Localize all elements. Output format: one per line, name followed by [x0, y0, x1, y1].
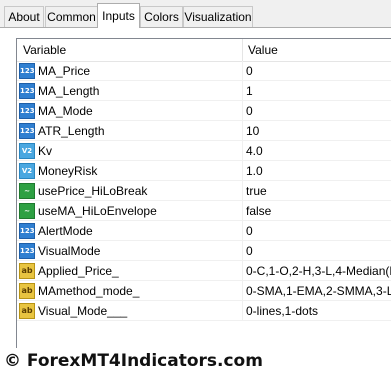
variable-name: MoneyRisk	[38, 164, 98, 178]
inputs-table[interactable]: Variable Value 123 MA_Price 0 123 MA_Length 1…	[16, 38, 391, 356]
cell-separator	[242, 221, 243, 241]
variable-name: MA_Mode	[38, 104, 93, 118]
integer-type-icon: 123	[19, 103, 35, 119]
tab-common[interactable]: Common	[45, 6, 98, 27]
cell-separator	[242, 241, 243, 261]
tab-visualization[interactable]: Visualization	[183, 6, 253, 27]
table-row[interactable]: ~ usePrice_HiLoBreak true	[17, 181, 391, 201]
variable-value[interactable]: 0-C,1-O,2-H,3-L,4-Median(H+L)	[246, 261, 391, 281]
cell-separator	[242, 281, 243, 301]
variable-name: MAmethod_mode_	[38, 284, 140, 298]
variable-value[interactable]: 0	[246, 101, 391, 121]
watermark: © ForexMT4Indicators.com	[0, 348, 391, 378]
cell-separator	[242, 101, 243, 121]
cell-separator	[242, 121, 243, 141]
variable-value[interactable]: 0	[246, 221, 391, 241]
variable-name: AlertMode	[38, 224, 93, 238]
variable-value[interactable]: 4.0	[246, 141, 391, 161]
watermark-text: © ForexMT4Indicators.com	[4, 351, 263, 371]
integer-type-icon: 123	[19, 63, 35, 79]
tab-colors[interactable]: Colors	[140, 6, 183, 27]
string-type-icon: ab	[19, 303, 35, 319]
tab-bar: About Common Inputs Colors Visualization	[0, 0, 391, 28]
variable-value[interactable]: 0-lines,1-dots	[246, 301, 391, 321]
table-row[interactable]: ~ useMA_HiLoEnvelope false	[17, 201, 391, 221]
cell-separator	[242, 301, 243, 321]
tab-inputs[interactable]: Inputs	[97, 3, 140, 28]
table-row[interactable]: 123 ATR_Length 10	[17, 121, 391, 141]
variable-name: usePrice_HiLoBreak	[38, 184, 148, 198]
variable-value[interactable]: 1	[246, 81, 391, 101]
cell-separator	[242, 161, 243, 181]
integer-type-icon: 123	[19, 83, 35, 99]
table-row[interactable]: ab Visual_Mode___ 0-lines,1-dots	[17, 301, 391, 321]
variable-name: MA_Length	[38, 84, 100, 98]
string-type-icon: ab	[19, 263, 35, 279]
boolean-type-icon: ~	[19, 183, 35, 199]
variable-value[interactable]: 0-SMA,1-EMA,2-SMMA,3-LWMA	[246, 281, 391, 301]
table-header: Variable Value	[17, 39, 391, 62]
table-row[interactable]: abMAmethod_mode_ 0-SMA,1-EMA,2-SMMA,3-LWM…	[17, 281, 391, 301]
table-row[interactable]: 123 MA_Length 1	[17, 81, 391, 101]
variable-value[interactable]: false	[246, 201, 391, 221]
variable-name: MA_Price	[38, 64, 91, 78]
variable-name: VisualMode	[38, 244, 101, 258]
boolean-type-icon: ~	[19, 203, 35, 219]
table-row[interactable]: ab Applied_Price_ 0-C,1-O,2-H,3-L,4-Median…	[17, 261, 391, 281]
inputs-panel: Variable Value 123 MA_Price 0 123 MA_Length 1…	[0, 28, 391, 356]
variable-value[interactable]: true	[246, 181, 391, 201]
double-type-icon: V2	[19, 163, 35, 179]
table-row[interactable]: V2 MoneyRisk 1.0	[17, 161, 391, 181]
table-row[interactable]: V2 Kv 4.0	[17, 141, 391, 161]
cell-separator	[242, 181, 243, 201]
tab-about[interactable]: About	[4, 6, 44, 27]
column-header-value[interactable]: Value	[242, 39, 391, 61]
integer-type-icon: 123	[19, 223, 35, 239]
variable-value[interactable]: 1.0	[246, 161, 391, 181]
table-row[interactable]: 123 MA_Price 0	[17, 61, 391, 81]
table-row[interactable]: 123 AlertMode 0	[17, 221, 391, 241]
integer-type-icon: 123	[19, 123, 35, 139]
string-type-icon: ab	[19, 283, 35, 299]
variable-name: Kv	[38, 144, 53, 158]
cell-separator	[242, 201, 243, 221]
variable-value[interactable]: 10	[246, 121, 391, 141]
table-row[interactable]: 123 MA_Mode 0	[17, 101, 391, 121]
cell-separator	[242, 261, 243, 281]
double-type-icon: V2	[19, 143, 35, 159]
variable-value[interactable]: 0	[246, 241, 391, 261]
cell-separator	[242, 81, 243, 101]
variable-value[interactable]: 0	[246, 61, 391, 81]
table-row[interactable]: 123 VisualMode 0	[17, 241, 391, 261]
cell-separator	[242, 141, 243, 161]
cell-separator	[242, 61, 243, 81]
variable-name: Visual_Mode___	[38, 304, 128, 318]
variable-name: ATR_Length	[38, 124, 105, 138]
integer-type-icon: 123	[19, 243, 35, 259]
column-header-variable[interactable]: Variable	[17, 39, 242, 61]
variable-name: Applied_Price_	[38, 264, 119, 278]
variable-name: useMA_HiLoEnvelope	[38, 204, 157, 218]
